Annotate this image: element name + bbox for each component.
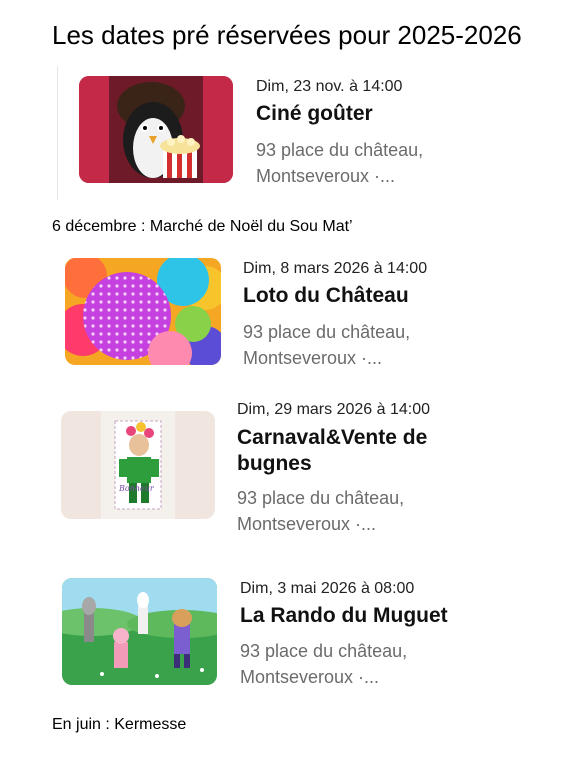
event-date: Dim, 8 mars 2026 à 14:00 — [243, 260, 428, 277]
event-card-loto[interactable]: Dim, 8 mars 2026 à 14:00 Loto du Château… — [0, 250, 584, 380]
event-date: Dim, 23 nov. à 14:00 — [256, 78, 403, 95]
event-title[interactable]: La Rando du Muguet — [240, 602, 448, 629]
event-image-bonhomme-carnaval[interactable]: Bonheur — [61, 411, 215, 519]
event-address-line2: Montseveroux ·... — [256, 166, 396, 186]
note-kermesse: En juin : Kermesse — [52, 716, 187, 733]
event-address-line2: Montseveroux ·... — [237, 514, 377, 534]
svg-text:Bonheur: Bonheur — [118, 484, 155, 493]
event-title-line2[interactable]: bugnes — [237, 450, 312, 477]
event-address-line1: 93 place du château, — [237, 488, 405, 508]
event-card-cine-gouter[interactable]: Dim, 23 nov. à 14:00 Ciné goûter 93 plac… — [0, 0, 584, 200]
event-card-carnaval[interactable]: Bonheur Dim, 29 mars 2026 à 14:00 Carnav… — [0, 395, 584, 545]
event-address-line1: 93 place du château, — [256, 140, 424, 160]
colorful-balls-icon — [65, 258, 221, 365]
event-title-line1[interactable]: Carnaval&Vente de — [237, 424, 427, 451]
event-address-line1: 93 place du château, — [243, 322, 411, 342]
event-date: Dim, 3 mai 2026 à 08:00 — [240, 580, 415, 597]
event-card-rando-muguet[interactable]: Dim, 3 mai 2026 à 08:00 La Rando du Mugu… — [0, 572, 584, 702]
event-address-line2: Montseveroux ·... — [240, 667, 380, 687]
note-marche-de-noel: 6 décembre : Marché de Noël du Sou Mat’ — [52, 218, 353, 235]
animals-meadow-icon — [62, 578, 217, 685]
event-title[interactable]: Ciné goûter — [256, 100, 373, 127]
event-image-animals-meadow[interactable] — [62, 578, 217, 685]
event-image-colorful-balls[interactable] — [65, 258, 221, 365]
bonhomme-carnaval-icon: Bonheur — [61, 411, 215, 519]
event-address-line1: 93 place du château, — [240, 641, 408, 661]
event-image-penguin-popcorn[interactable] — [79, 76, 233, 183]
event-title[interactable]: Loto du Château — [243, 282, 409, 309]
event-date: Dim, 29 mars 2026 à 14:00 — [237, 401, 430, 418]
event-address-line2: Montseveroux ·... — [243, 348, 383, 368]
penguin-popcorn-icon — [79, 76, 233, 183]
